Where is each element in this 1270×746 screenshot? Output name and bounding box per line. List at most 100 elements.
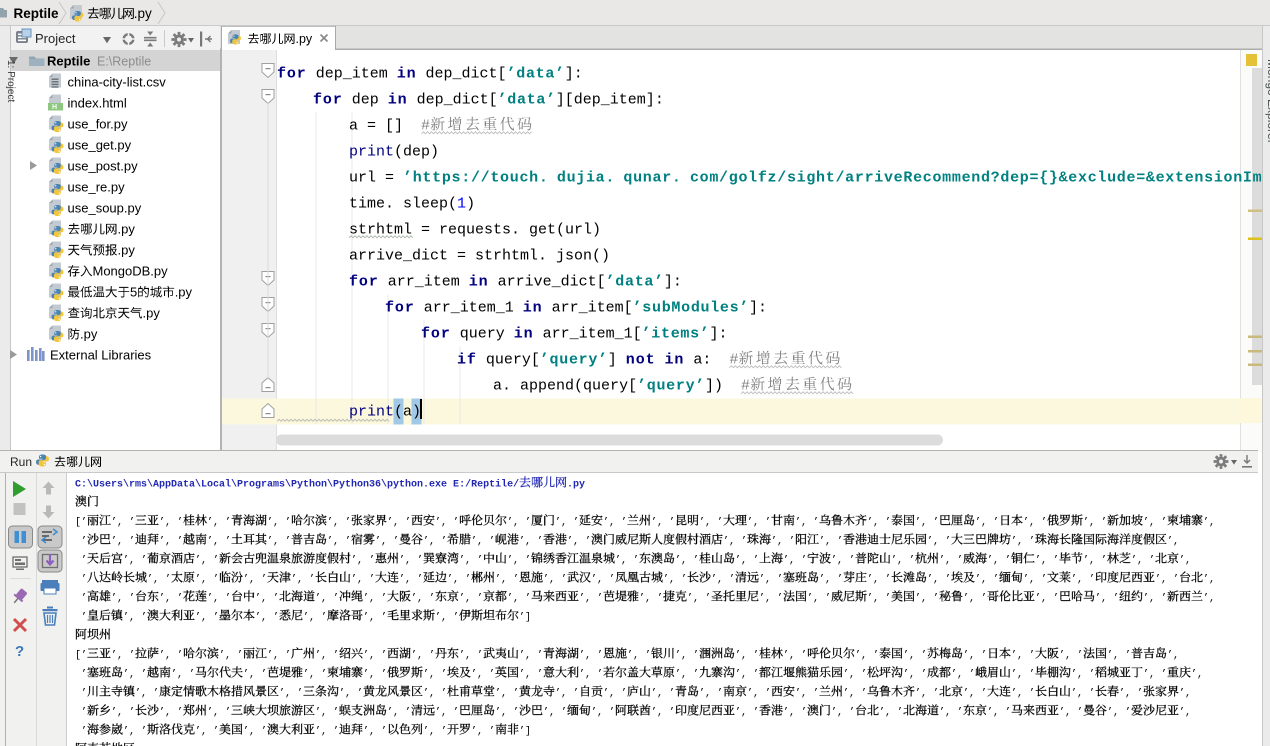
svg-text:’, ’: ’, ’ [399,555,423,567]
svg-text:’, ’: ’, ’ [459,593,483,605]
svg-text:’,: ’, [1203,593,1215,605]
svg-text:a.append(query[’query’]) #: a.append(query[’query’]) # [277,377,750,394]
svg-text:’, ’: ’, ’ [915,593,939,605]
svg-text:.py: .py [80,327,98,342]
svg-text:’, ’: ’, ’ [1083,517,1107,529]
svg-text:’, ’: ’, ’ [315,593,339,605]
svg-text:’, ’: ’, ’ [471,726,495,738]
svg-text:’,: ’, [1203,574,1215,586]
svg-text:’, ’: ’, ’ [1023,517,1047,529]
svg-text:’, ’: ’, ’ [963,688,987,700]
svg-text:’, ’: ’, ’ [435,612,459,624]
svg-text:’, ’: ’, ’ [159,517,183,529]
svg-text:’, ’: ’, ’ [1011,650,1035,662]
svg-text:’, ’: ’, ’ [375,536,399,548]
svg-text:C:\Users\rms\AppData\Local\Pro: C:\Users\rms\AppData\Local\Programs\Pyth… [75,479,519,491]
svg-text:for arr_item_1 in arr_item[’su: for arr_item_1 in arr_item[’subModules’]… [277,299,767,316]
svg-text:’, ’: ’, ’ [507,517,531,529]
svg-text:’, ’: ’, ’ [255,612,279,624]
svg-text:.py: .py [118,243,136,258]
svg-text:’, ’: ’, ’ [543,707,567,719]
svg-text:’, ’: ’, ’ [123,555,147,567]
svg-text:’, ’: ’, ’ [603,517,627,529]
svg-text:’, ’: ’, ’ [495,574,519,586]
svg-text:’: ’ [81,707,87,719]
svg-text:.py: .py [118,222,136,237]
svg-text:’, ’: ’, ’ [303,612,327,624]
svg-text:’, ’: ’, ’ [795,517,819,529]
svg-text:’, ’: ’, ’ [879,707,903,719]
svg-text:url = ’https://touch.dujia.qun: url = ’https://touch.dujia.qunar.com/gol… [277,169,1270,186]
svg-text:’, ’: ’, ’ [267,536,291,548]
svg-text:.py: .py [143,306,161,321]
svg-text:5: 5 [130,285,137,300]
svg-text:time.sleep(1): time.sleep(1) [277,195,475,212]
svg-text:’, ’: ’, ’ [1071,688,1095,700]
svg-text:’]: ’] [519,612,531,624]
svg-text:use_post.py: use_post.py [68,159,139,174]
svg-text:’, ’: ’, ’ [867,574,891,586]
svg-text:’, ’: ’, ’ [123,612,147,624]
svg-text:use_for.py: use_for.py [68,117,128,132]
svg-text:’, ’: ’, ’ [735,669,759,681]
svg-text:’, ’: ’, ’ [243,726,267,738]
svg-text:’, ’: ’, ’ [591,574,615,586]
svg-text:MongoDB.py: MongoDB.py [93,264,169,279]
svg-text:’, ’: ’, ’ [507,593,531,605]
svg-text:china-city-list.csv: china-city-list.csv [68,75,167,90]
svg-text:’, ’: ’, ’ [159,593,183,605]
svg-text:’, ’: ’, ’ [699,688,723,700]
svg-text:’, ’: ’, ’ [819,574,843,586]
svg-text:’, ’: ’, ’ [843,669,867,681]
svg-text:’, ’: ’, ’ [1011,536,1035,548]
svg-text:strhtml = requests.get(url): strhtml = requests.get(url) [277,221,601,238]
svg-text:’, ’: ’, ’ [1059,707,1083,719]
svg-text:’, ’: ’, ’ [975,574,999,586]
svg-text:’, ’: ’, ’ [1011,669,1035,681]
svg-text:’, ’: ’, ’ [219,650,243,662]
svg-text:’, ’: ’, ’ [963,650,987,662]
svg-text:’, ’: ’, ’ [1095,593,1119,605]
svg-text:[’: [’ [75,517,87,529]
svg-text:’, ’: ’, ’ [591,707,615,719]
svg-text:’, ’: ’, ’ [699,517,723,529]
svg-text:’, ’: ’, ’ [123,669,147,681]
svg-text:.py: .py [134,6,152,21]
svg-text:’, ’: ’, ’ [783,707,807,719]
svg-text:H: H [52,104,57,111]
svg-text:’, ’: ’, ’ [867,517,891,529]
svg-text:’, ’: ’, ’ [579,650,603,662]
svg-text:’, ’: ’, ’ [927,536,951,548]
svg-text:’, ’: ’, ’ [267,650,291,662]
svg-text:’, ’: ’, ’ [243,574,267,586]
svg-text:’, ’: ’, ’ [735,707,759,719]
svg-text:use_re.py: use_re.py [68,180,126,195]
svg-text:’, ’: ’, ’ [519,536,543,548]
svg-text:’, ’: ’, ’ [579,669,603,681]
svg-text:’, ’: ’, ’ [687,593,711,605]
svg-text:’, ’: ’, ’ [1071,669,1095,681]
svg-text:’, ’: ’, ’ [351,555,375,567]
svg-text:’, ’: ’, ’ [207,536,231,548]
svg-text:’, ’: ’, ’ [543,574,567,586]
svg-text:?: ? [15,643,24,660]
svg-text:’, ’: ’, ’ [435,517,459,529]
svg-text:’, ’: ’, ’ [315,650,339,662]
svg-text:’,: ’, [1167,650,1179,662]
svg-text:Reptile: Reptile [47,54,90,69]
svg-text:for arr_item in arrive_dict[’d: for arr_item in arrive_dict[’data’]: [277,273,682,290]
svg-text:’, ’: ’, ’ [1119,688,1143,700]
svg-text:’, ’: ’, ’ [327,536,351,548]
svg-text:’, ’: ’, ’ [939,555,963,567]
svg-text:’, ’: ’, ’ [975,517,999,529]
svg-text:’, ’: ’, ’ [663,574,687,586]
svg-text:use_get.py: use_get.py [68,138,132,153]
svg-text:’, ’: ’, ’ [807,593,831,605]
svg-text:Run: Run [10,455,32,469]
svg-text:’, ’: ’, ’ [495,688,519,700]
svg-text:’, ’: ’, ’ [303,669,327,681]
svg-text:’, ’: ’, ’ [675,650,699,662]
svg-text:’, ’: ’, ’ [1035,593,1059,605]
svg-text:’, ’: ’, ’ [291,574,315,586]
svg-text:’, ’: ’, ’ [795,688,819,700]
